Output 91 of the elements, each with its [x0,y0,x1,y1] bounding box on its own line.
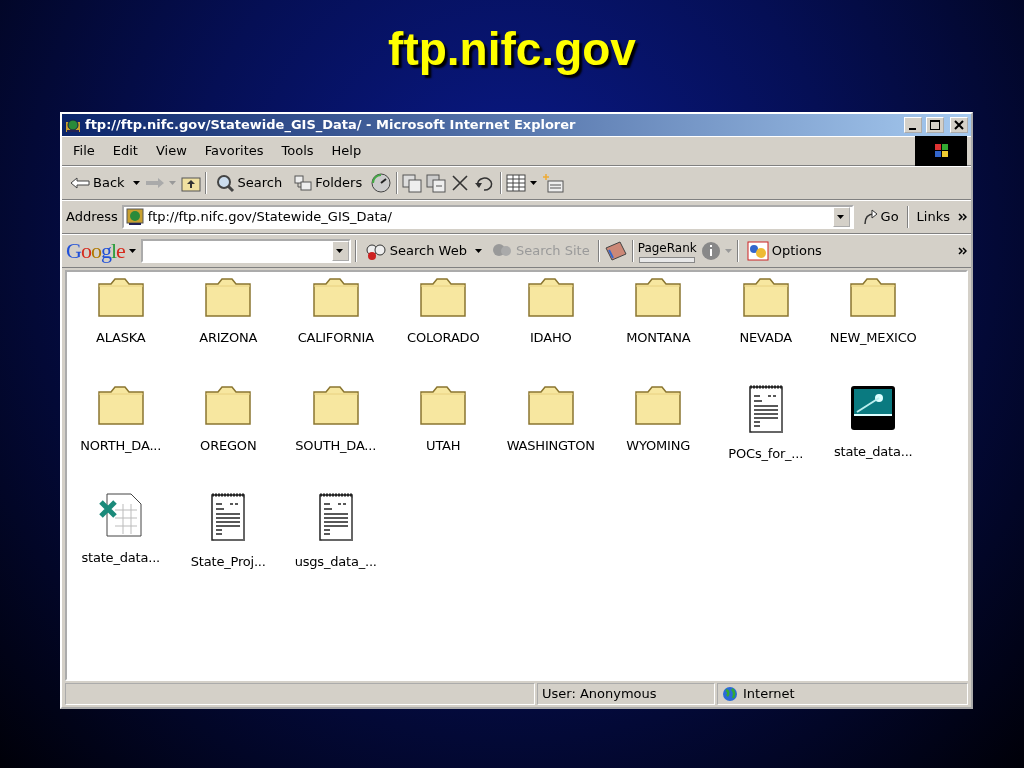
menu-item[interactable]: Tools [274,139,321,163]
folder-entry[interactable]: CALIFORNIA [282,274,390,382]
folder-icon [96,384,145,426]
options-button[interactable]: Options [742,239,826,263]
caret-icon [336,248,345,254]
folder-icon [311,276,360,318]
search-button[interactable]: Search [210,171,287,195]
address-field[interactable]: ftp://ftp.nifc.gov/Statewide_GIS_Data/ [121,205,854,229]
netscape-file-icon [849,384,898,432]
go-icon [861,209,878,225]
folders-icon [294,174,313,192]
caret-icon[interactable] [128,248,137,254]
folder-icon [419,384,468,426]
maximize-icon [928,119,942,131]
menu-item[interactable]: Favorites [197,139,271,163]
caret-icon[interactable] [530,180,539,186]
folder-entry[interactable]: WYOMING [604,382,712,490]
folder-icon [849,276,898,318]
address-text: ftp://ftp.nifc.gov/Statewide_GIS_Data/ [147,208,392,227]
options-icon [746,241,769,261]
folder-entry[interactable]: OREGON [174,382,282,490]
zone-label: Internet [743,685,795,704]
search-icon [214,173,235,193]
folder-icon [311,384,360,426]
folder-icon [419,276,468,318]
folder-icon [204,384,253,426]
caret-icon[interactable] [474,248,483,254]
google-search-field[interactable] [140,239,351,263]
folder-icon [96,276,145,318]
folder-entry[interactable]: NEW_MEXICO [819,274,927,382]
chevron-icon[interactable] [958,213,967,221]
window-title: ftp://ftp.nifc.gov/Statewide_GIS_Data/ - Microsoft Internet Explorer [85,116,577,135]
folder-entry[interactable]: NORTH_DA... [67,382,175,490]
status-user: User: Anonymous [537,683,715,705]
caret-icon[interactable] [132,180,141,186]
folders-button[interactable]: Folders [290,171,367,195]
document-entry[interactable]: POCs_for_... [712,382,820,490]
address-label: Address [66,208,118,227]
move-to-icon[interactable] [402,173,423,193]
ftp-page-icon [125,208,144,226]
document-entry[interactable]: State_Proj... [174,490,282,598]
close-button[interactable] [950,117,968,133]
maximize-button[interactable] [926,117,944,133]
document-entry[interactable]: state_data... [67,490,175,598]
folder-entry[interactable]: SOUTH_DA... [282,382,390,490]
up-folder-icon[interactable] [180,174,201,192]
folder-icon [634,384,683,426]
folder-entry[interactable]: ARIZONA [174,274,282,382]
menu-item[interactable]: Help [324,139,369,163]
chevron-icon[interactable] [958,247,967,255]
google-logo[interactable]: Google [66,238,125,264]
spreadsheet-file-icon [98,492,143,538]
go-button[interactable]: Go [857,205,903,229]
document-entry[interactable]: state_data... [819,382,927,490]
menu-item[interactable]: Edit [105,139,145,163]
folder-entry[interactable]: IDAHO [497,274,605,382]
history-clock-icon[interactable] [370,173,393,193]
minimize-icon [909,127,917,131]
search-web-button[interactable]: Search Web [360,239,471,263]
pagerank-label: PageRank [637,240,697,257]
slide-title: ftp.nifc.gov [387,22,637,77]
folder-icon [526,384,575,426]
folder-entry[interactable]: NEVADA [712,274,820,382]
folder-icon [634,276,683,318]
menu-item[interactable]: View [148,139,194,163]
info-icon[interactable] [700,241,721,261]
folder-entry[interactable]: COLORADO [389,274,497,382]
back-button[interactable]: Back [66,171,129,195]
views-grid-icon[interactable] [506,174,527,192]
folder-icon [204,276,253,318]
copy-to-icon[interactable] [426,173,447,193]
folder-icon [741,276,790,318]
folder-entry[interactable]: WASHINGTON [497,382,605,490]
folder-entry[interactable]: UTAH [389,382,497,490]
document-entry[interactable]: usgs_data_... [282,490,390,598]
folder-icon [526,276,575,318]
folder-entry[interactable]: MONTANA [604,274,712,382]
menu-item[interactable]: File [66,139,102,163]
links-button[interactable]: Links [912,205,954,229]
globe-icon [722,686,738,702]
caret-icon [837,214,846,220]
search-web-icon [364,241,387,261]
browser-icon [65,117,81,133]
delete-x-icon[interactable] [450,173,471,193]
dropdown-button[interactable] [331,241,349,261]
close-icon [952,119,966,131]
windows-logo-icon [915,136,967,166]
folder-entry[interactable]: ALASKA [67,274,175,382]
minimize-button[interactable] [904,117,922,133]
dropdown-button[interactable] [832,207,850,227]
back-icon [70,176,90,190]
